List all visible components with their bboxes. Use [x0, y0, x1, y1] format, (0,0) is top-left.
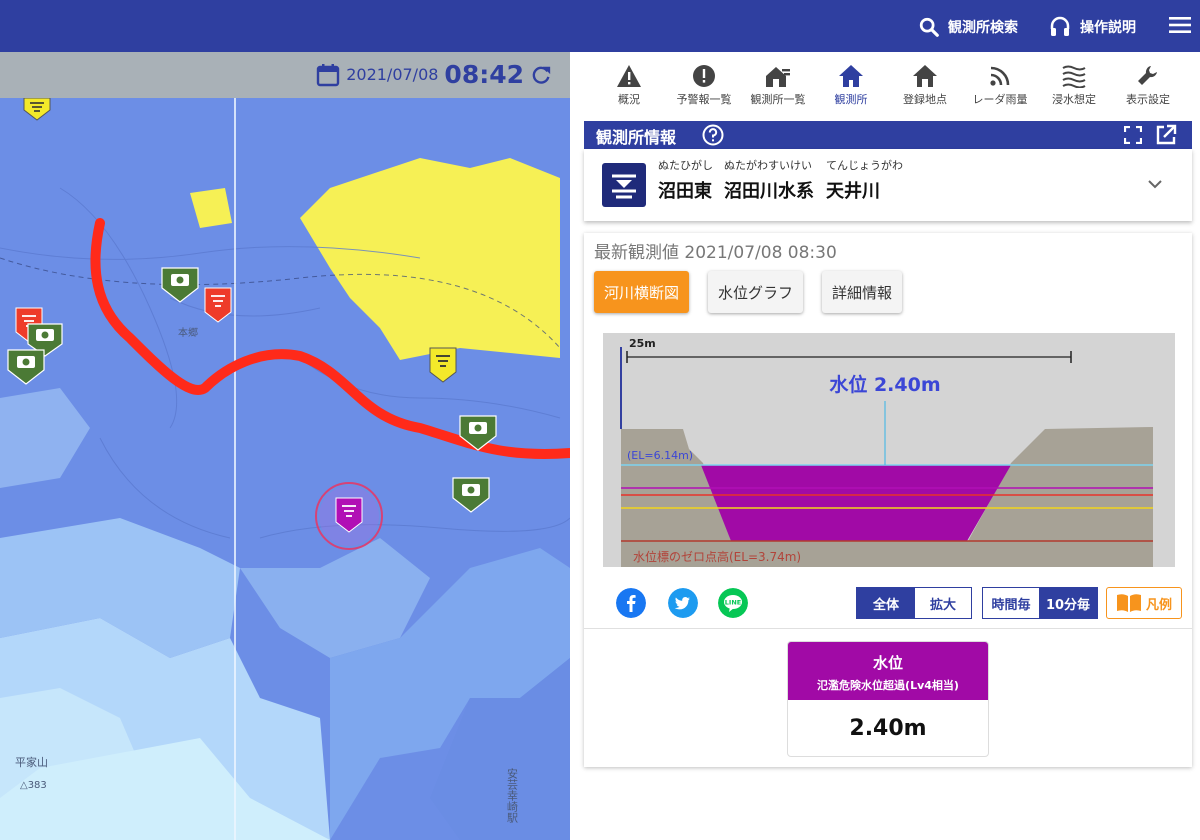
refresh-icon[interactable] — [530, 64, 552, 86]
tab-detail-info[interactable]: 詳細情報 — [822, 271, 903, 313]
interval-10min-button[interactable]: 10分毎 — [1039, 588, 1097, 618]
facebook-icon[interactable] — [616, 588, 646, 618]
nav-item-flood[interactable]: 浸水想定 — [1037, 64, 1111, 107]
twitter-icon[interactable] — [668, 588, 698, 618]
place-label-station: 安芸幸崎駅 — [506, 767, 519, 824]
rain-radar-map[interactable]: 2021/07/08 08:42 平家山 △383 安芸幸崎駅 本郷 — [0, 52, 570, 840]
zero-point-label: 水位標のゼロ点高(EL=3.74m) — [633, 549, 801, 564]
water-level-label: 水位 2.40m — [829, 373, 940, 396]
alert-icon — [693, 65, 715, 87]
nav-item-overview[interactable]: 概況 — [592, 64, 666, 107]
nav-item-radar[interactable]: レーダ雨量 — [963, 64, 1037, 107]
legend-button[interactable]: 凡例 — [1106, 587, 1182, 619]
water-level-status-box: 水位 氾濫危険水位超過(Lv4相当) 2.40m — [787, 641, 989, 757]
water-level-status-badge: 氾濫危険水位超過(Lv4相当) — [817, 679, 959, 692]
interval-toggle: 時間毎 10分毎 — [982, 587, 1098, 619]
wrench-icon — [1138, 66, 1157, 85]
station-info-header: 観測所情報 — [584, 121, 1192, 149]
station-info-title: 観測所情報 — [596, 128, 677, 147]
svg-text:LINE: LINE — [725, 599, 741, 607]
place-label-hongo: 本郷 — [178, 326, 198, 339]
view-zoom-button[interactable]: 拡大 — [915, 588, 971, 618]
open-external-icon[interactable] — [1155, 124, 1177, 146]
view-all-button[interactable]: 全体 — [857, 588, 915, 618]
water-level-box-title: 水位 — [872, 654, 903, 672]
home-icon — [839, 65, 863, 87]
river-name: 天井川 — [826, 181, 880, 202]
nav-label-radar: レーダ雨量 — [972, 93, 1028, 106]
river-cross-section-diagram: 25m 水位 2.40m (EL=6.14m) 水位標のゼロ点高(EL=3.74… — [603, 333, 1175, 567]
place-label-elevation: △383 — [20, 780, 47, 791]
calendar-icon[interactable] — [316, 63, 340, 87]
interval-hourly-button[interactable]: 時間毎 — [983, 588, 1039, 618]
map-date: 2021/07/08 — [346, 65, 439, 84]
flood-icon — [1062, 65, 1086, 88]
radar-icon — [990, 66, 1010, 86]
fullscreen-icon[interactable] — [1124, 126, 1142, 144]
search-icon — [919, 17, 939, 37]
headset-icon — [1050, 16, 1070, 36]
station-search-button[interactable]: 観測所検索 — [918, 12, 1018, 42]
main-nav: 概況 予警報一覧 観測所一覧 観測所 登録地点 レーダ雨量 浸水想定 表示設定 — [570, 52, 1200, 116]
map-time-bar: 2021/07/08 08:42 — [0, 52, 570, 98]
top-bar: 観測所検索 操作説明 — [0, 0, 1200, 52]
chevron-down-icon[interactable] — [1146, 175, 1164, 193]
nav-label-flood: 浸水想定 — [1052, 93, 1096, 106]
latest-observation-card: 最新観測値 2021/07/08 08:30 河川横断図 水位グラフ 詳細情報 … — [584, 233, 1192, 767]
station-name-ruby: ぬたひがし — [658, 159, 713, 172]
nav-label-overview: 概況 — [618, 93, 640, 106]
help-button[interactable]: 操作説明 — [1048, 12, 1136, 42]
nav-item-alerts[interactable]: 予警報一覧 — [667, 64, 741, 107]
hamburger-icon — [1169, 17, 1191, 33]
river-system: 沼田川水系 — [724, 181, 814, 202]
nav-label-station: 観測所 — [834, 93, 868, 106]
map-time-display: 2021/07/08 08:42 — [316, 60, 552, 89]
tab-water-level-graph[interactable]: 水位グラフ — [708, 271, 804, 313]
latest-observation-title: 最新観測値 2021/07/08 08:30 — [594, 243, 837, 263]
nav-item-settings[interactable]: 表示設定 — [1111, 64, 1185, 107]
river-name-ruby: てんじょうがわ — [826, 159, 903, 172]
book-icon — [1116, 594, 1141, 612]
map-clock: 08:42 — [444, 60, 524, 89]
place-label-heikesan: 平家山 — [15, 755, 48, 769]
nav-item-registered[interactable]: 登録地点 — [888, 64, 962, 107]
registered-point-icon — [913, 65, 937, 87]
nav-label-registered: 登録地点 — [903, 93, 947, 106]
station-search-label: 観測所検索 — [948, 20, 1018, 36]
station-water-level-icon — [602, 163, 646, 207]
line-icon[interactable]: LINE — [718, 588, 748, 618]
selected-station-marker[interactable] — [315, 482, 383, 550]
station-list-icon — [766, 67, 790, 87]
nav-item-station-list[interactable]: 観測所一覧 — [741, 64, 815, 107]
divider — [584, 628, 1192, 629]
legend-label: 凡例 — [1145, 597, 1172, 613]
water-level-status-header: 水位 氾濫危険水位超過(Lv4相当) — [788, 642, 988, 700]
right-panel: 概況 予警報一覧 観測所一覧 観測所 登録地点 レーダ雨量 浸水想定 表示設定 — [570, 52, 1200, 840]
station-name: 沼田東 — [658, 181, 712, 202]
nav-label-station-list: 観測所一覧 — [750, 93, 806, 106]
water-level-value: 2.40m — [849, 716, 927, 741]
elevation-top-label: (EL=6.14m) — [627, 449, 693, 462]
menu-button[interactable] — [1168, 10, 1192, 40]
tab-cross-section[interactable]: 河川横断図 — [594, 271, 690, 313]
station-selector[interactable]: ぬたひがし 沼田東 ぬたがわすいけい 沼田川水系 てんじょうがわ 天井川 — [584, 149, 1192, 221]
help-label: 操作説明 — [1080, 20, 1136, 36]
warning-icon — [617, 65, 641, 87]
view-toggle: 全体 拡大 — [856, 587, 972, 619]
river-system-ruby: ぬたがわすいけい — [724, 159, 812, 172]
scale-label: 25m — [629, 337, 656, 350]
map-canvas[interactable]: 平家山 △383 安芸幸崎駅 本郷 — [0, 98, 570, 840]
nav-label-settings: 表示設定 — [1126, 93, 1170, 106]
nav-item-station[interactable]: 観測所 — [814, 64, 888, 107]
help-circle-icon[interactable] — [702, 124, 724, 146]
nav-label-alerts: 予警報一覧 — [676, 93, 732, 106]
